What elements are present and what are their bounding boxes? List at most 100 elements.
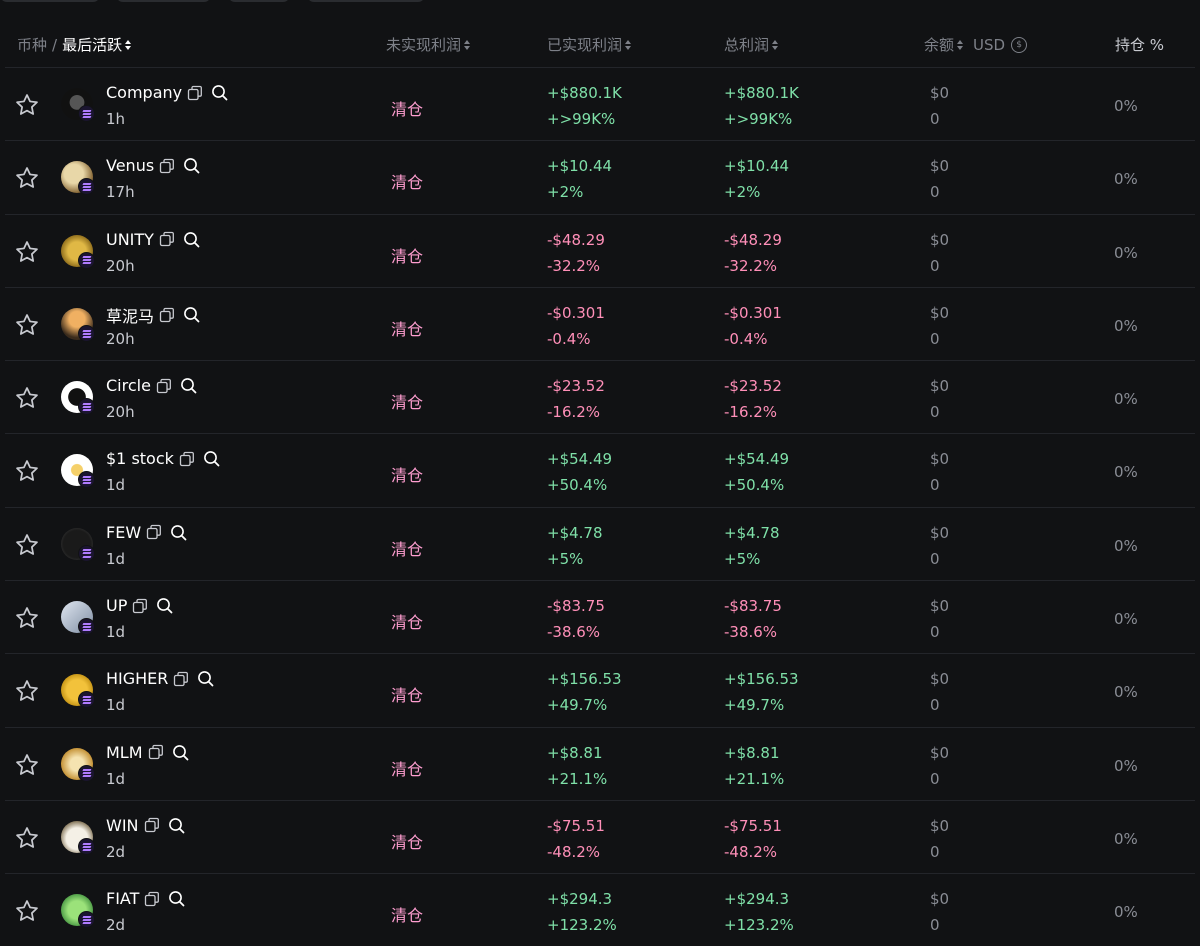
sort-icon[interactable] — [772, 39, 779, 50]
total-profit-pct: +5% — [724, 549, 761, 568]
star-icon[interactable] — [14, 312, 40, 338]
star-icon[interactable] — [14, 92, 40, 118]
star-icon[interactable] — [14, 458, 40, 484]
filter-pill[interactable] — [228, 0, 290, 2]
copy-icon[interactable] — [144, 891, 160, 907]
token-name[interactable]: FIAT — [106, 889, 139, 908]
sort-icon[interactable] — [464, 39, 471, 50]
search-icon[interactable] — [203, 450, 220, 467]
balance-usd: $0 — [930, 84, 950, 102]
header-realized-label: 已实现利润 — [547, 36, 623, 54]
token-avatar — [61, 381, 95, 416]
copy-icon[interactable] — [156, 378, 172, 394]
star-icon[interactable] — [14, 165, 40, 191]
search-icon[interactable] — [170, 524, 187, 541]
table-row[interactable]: MLM 1d 清仓 +$8.81 +21.1% +$8.81 +21.1% $0… — [5, 726, 1195, 800]
holding-pct: 0% — [1114, 536, 1138, 555]
search-icon[interactable] — [156, 597, 173, 614]
table-row[interactable]: $1 stock 1d 清仓 +$54.49 +50.4% +$54.49 +5… — [5, 433, 1195, 506]
token-name[interactable]: 草泥马 — [106, 303, 154, 327]
search-icon[interactable] — [180, 377, 197, 394]
last-active-time: 17h — [106, 183, 135, 202]
token-name[interactable]: MLM — [106, 743, 143, 762]
copy-icon[interactable] — [173, 671, 189, 687]
star-icon[interactable] — [14, 239, 40, 265]
solana-chain-icon — [78, 398, 95, 416]
header-unrealized[interactable]: 未实现利润 — [386, 34, 471, 55]
copy-icon[interactable] — [159, 307, 175, 323]
table-row[interactable]: UP 1d 清仓 -$83.75 -38.6% -$83.75 -38.6% $… — [5, 580, 1195, 653]
table-row[interactable]: Venus 17h 清仓 +$10.44 +2% +$10.44 +2% $0 … — [5, 140, 1195, 213]
header-balance[interactable]: 余额 USD $ — [924, 34, 1028, 55]
sort-icon[interactable] — [125, 39, 132, 50]
search-icon[interactable] — [211, 84, 228, 101]
token-avatar — [61, 820, 95, 855]
table-row[interactable]: FEW 1d 清仓 +$4.78 +5% +$4.78 +5% $0 0 0% — [5, 506, 1195, 580]
token-name[interactable]: Company — [106, 83, 182, 102]
copy-icon[interactable] — [146, 524, 162, 540]
table-row[interactable]: WIN 2d 清仓 -$75.51 -48.2% -$75.51 -48.2% … — [5, 799, 1195, 873]
header-total[interactable]: 总利润 — [724, 34, 779, 55]
total-profit: -$23.52 — [724, 377, 782, 396]
table-row[interactable]: FIAT 2d 清仓 +$294.3 +123.2% +$294.3 +123.… — [5, 873, 1195, 946]
copy-icon[interactable] — [159, 158, 175, 174]
search-icon[interactable] — [183, 231, 200, 248]
star-icon[interactable] — [14, 605, 40, 631]
star-icon[interactable] — [14, 825, 40, 851]
table-header: 币种 / 最后活跃 未实现利润 已实现利润 总利润 余额 USD $ 持仓 % — [0, 24, 1200, 64]
token-avatar — [61, 88, 95, 122]
copy-icon[interactable] — [132, 598, 148, 614]
copy-icon[interactable] — [144, 817, 160, 833]
search-icon[interactable] — [183, 157, 200, 174]
balance-qty: 0 — [930, 110, 940, 128]
star-icon[interactable] — [14, 385, 40, 411]
token-name[interactable]: FEW — [106, 523, 141, 542]
header-realized[interactable]: 已实现利润 — [547, 34, 632, 55]
token-name[interactable]: $1 stock — [106, 449, 174, 468]
last-active-time: 20h — [106, 329, 135, 348]
search-icon[interactable] — [172, 744, 189, 761]
filter-pill[interactable] — [307, 0, 425, 2]
realized-profit: +$4.78 — [547, 523, 603, 542]
star-icon[interactable] — [14, 898, 40, 924]
filter-pill[interactable] — [116, 0, 211, 2]
search-icon[interactable] — [183, 306, 200, 323]
token-name[interactable]: WIN — [106, 816, 139, 835]
header-last-active-label[interactable]: 最后活跃 — [62, 34, 122, 55]
copy-icon[interactable] — [159, 231, 175, 247]
copy-icon[interactable] — [179, 451, 195, 467]
table-row[interactable]: UNITY 20h 清仓 -$48.29 -32.2% -$48.29 -32.… — [5, 213, 1195, 287]
table-row[interactable]: Circle 20h 清仓 -$23.52 -16.2% -$23.52 -16… — [5, 360, 1195, 433]
table-row[interactable]: Company 1h 清仓 +$880.1K +>99K% +$880.1K +… — [5, 67, 1195, 140]
realized-profit: +$156.53 — [547, 670, 622, 689]
token-avatar — [61, 601, 95, 636]
token-name[interactable]: Venus — [106, 156, 154, 175]
token-name[interactable]: UNITY — [106, 230, 154, 249]
sort-icon[interactable] — [957, 39, 964, 50]
filter-pill[interactable] — [0, 0, 100, 2]
token-name[interactable]: UP — [106, 596, 127, 615]
table-row[interactable]: 草泥马 20h 清仓 -$0.301 -0.4% -$0.301 -0.4% $… — [5, 286, 1195, 360]
total-profit-pct: -32.2% — [724, 256, 778, 275]
token-name[interactable]: HIGHER — [106, 669, 168, 688]
currency-label[interactable]: USD — [973, 36, 1005, 54]
total-profit: +$4.78 — [724, 523, 780, 542]
search-icon[interactable] — [197, 670, 214, 687]
star-icon[interactable] — [14, 532, 40, 558]
currency-switch-icon[interactable]: $ — [1011, 36, 1028, 53]
search-icon[interactable] — [168, 817, 185, 834]
copy-icon[interactable] — [148, 744, 164, 760]
balance-usd: $0 — [930, 743, 950, 762]
token-avatar — [61, 527, 95, 562]
total-profit: +$156.53 — [724, 670, 799, 689]
realized-profit: -$23.52 — [547, 377, 605, 396]
token-name[interactable]: Circle — [106, 376, 151, 395]
star-icon[interactable] — [14, 752, 40, 778]
sort-icon[interactable] — [625, 39, 632, 50]
search-icon[interactable] — [168, 890, 185, 907]
star-icon[interactable] — [14, 678, 40, 704]
balance-usd: $0 — [930, 597, 950, 616]
table-row[interactable]: HIGHER 1d 清仓 +$156.53 +49.7% +$156.53 +4… — [5, 653, 1195, 726]
balance-qty: 0 — [930, 769, 940, 788]
copy-icon[interactable] — [187, 85, 203, 101]
